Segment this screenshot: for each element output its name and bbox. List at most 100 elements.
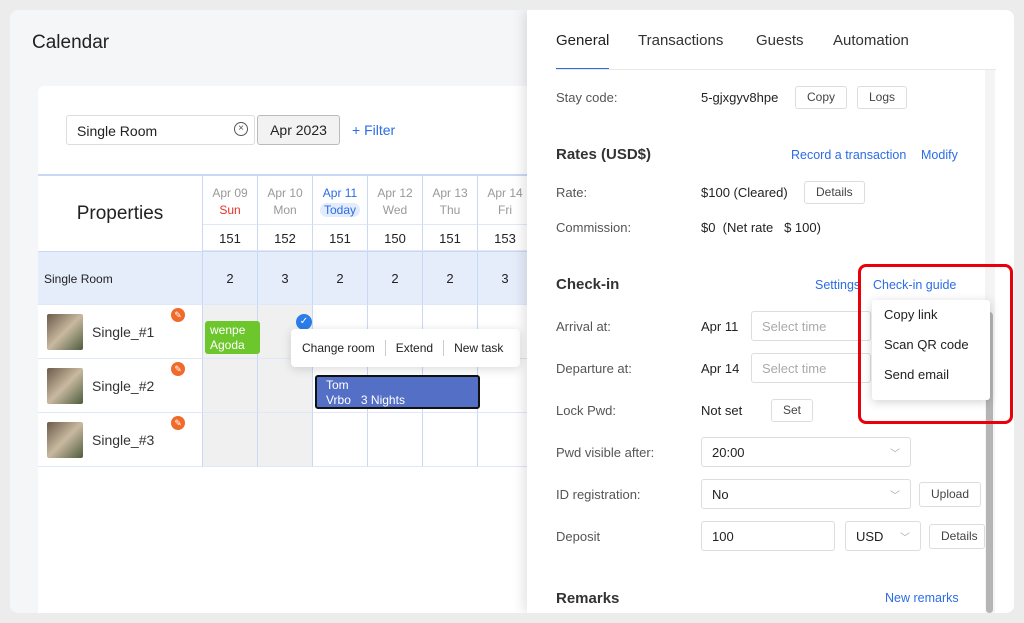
day-header: Apr 11 Today	[313, 176, 368, 224]
room-type-label: Single Room	[38, 251, 203, 305]
availability-cell[interactable]: 2	[313, 251, 368, 305]
day-of-week: Today	[319, 203, 361, 217]
set-lock-button[interactable]: Set	[771, 399, 814, 422]
remarks-heading: Remarks	[556, 590, 620, 607]
id-registration-label: ID registration:	[556, 487, 641, 502]
deposit-input[interactable]: 100	[701, 521, 835, 551]
extend-button[interactable]: Extend	[396, 341, 443, 355]
arrival-date: Apr 11	[701, 319, 739, 334]
page-title: Calendar	[32, 32, 110, 53]
rate-value: $100 (Cleared)	[701, 185, 788, 200]
calendar-cell[interactable]	[368, 413, 423, 467]
calendar-cell[interactable]	[478, 359, 533, 413]
check-icon: ✓	[296, 314, 312, 330]
availability-cell[interactable]: 2	[203, 251, 258, 305]
day-date: Apr 14	[487, 186, 523, 200]
id-registration-value: No	[712, 487, 729, 502]
modify-link[interactable]: Modify	[921, 148, 958, 162]
chevron-down-icon: ﹀	[890, 491, 900, 502]
day-of-week: Thu	[439, 203, 461, 217]
calendar-cell[interactable]	[203, 359, 258, 413]
room-thumbnail	[47, 368, 83, 404]
lock-pwd-label: Lock Pwd:	[556, 403, 616, 418]
day-of-week: Sun	[219, 203, 241, 217]
currency-select[interactable]: USD ﹀	[845, 521, 921, 551]
availability-cell[interactable]: 2	[368, 251, 423, 305]
checkin-heading: Check-in	[556, 276, 620, 293]
room-row[interactable]: Single_#1 ✎	[38, 305, 203, 359]
room-thumbnail	[47, 422, 83, 458]
chevron-down-icon: ﹀	[900, 533, 910, 544]
month-picker[interactable]: Apr 2023	[257, 115, 340, 145]
tab-guests[interactable]: Guests	[756, 32, 804, 49]
cleaning-icon: ✎	[171, 362, 185, 376]
add-filter-link[interactable]: + Filter	[352, 122, 395, 138]
calendar-cell[interactable]	[258, 359, 313, 413]
room-thumbnail	[47, 314, 83, 350]
day-count: 152	[258, 224, 313, 251]
calendar-grid: Properties Apr 09 Sun 151 2 Apr 10 Mon 152 3 Apr…	[38, 174, 538, 467]
booking-wenpe[interactable]: wenpe Agoda	[205, 321, 260, 354]
highlight-box	[858, 264, 1013, 424]
room-search-input[interactable]: Single Room ×	[66, 115, 255, 145]
chevron-down-icon: ﹀	[890, 449, 900, 460]
calendar-cell[interactable]	[478, 413, 533, 467]
calendar-cell[interactable]	[313, 413, 368, 467]
day-count: 151	[423, 224, 478, 251]
departure-date: Apr 14	[701, 361, 740, 376]
record-transaction-link[interactable]: Record a transaction	[791, 148, 906, 162]
calendar-cell[interactable]	[203, 413, 258, 467]
day-count: 151	[313, 224, 368, 251]
booking-popover: Change room Extend New task	[291, 329, 520, 367]
day-header: Apr 14 Fri	[478, 176, 533, 224]
day-date: Apr 09	[212, 186, 248, 200]
upload-button[interactable]: Upload	[919, 482, 982, 507]
pwd-visible-value: 20:00	[712, 445, 745, 460]
booking-guest: Tom	[326, 378, 349, 392]
day-date: Apr 13	[432, 186, 468, 200]
day-count: 151	[203, 224, 258, 251]
rate-details-button[interactable]: Details	[804, 181, 865, 204]
pwd-visible-select[interactable]: 20:00 ﹀	[701, 437, 911, 467]
calendar-cell[interactable]	[258, 413, 313, 467]
day-header: Apr 10 Mon	[258, 176, 313, 224]
room-row[interactable]: Single_#2 ✎	[38, 359, 203, 413]
day-header: Apr 12 Wed	[368, 176, 423, 224]
booking-tom[interactable]: Tom Vrbo 3 Nights	[315, 375, 480, 409]
room-row[interactable]: Single_#3 ✎	[38, 413, 203, 467]
search-value: Single Room	[77, 123, 158, 139]
tab-transactions[interactable]: Transactions	[638, 32, 723, 49]
app-window: Calendar Single Room × Apr 2023 + Filter …	[10, 10, 1014, 613]
booking-channel: Vrbo	[326, 393, 351, 407]
tab-general[interactable]: General	[556, 32, 609, 49]
availability-cell[interactable]: 2	[423, 251, 478, 305]
rates-heading: Rates (USD$)	[556, 146, 652, 163]
deposit-details-button[interactable]: Details	[929, 524, 985, 549]
booking-guest: wenpe	[210, 323, 246, 337]
new-task-button[interactable]: New task	[454, 341, 513, 355]
availability-cell[interactable]: 3	[478, 251, 533, 305]
day-count: 150	[368, 224, 423, 251]
availability-cell[interactable]: 3	[258, 251, 313, 305]
arrival-time-input[interactable]: Select time	[751, 311, 871, 341]
day-header: Apr 13 Thu	[423, 176, 478, 224]
commission-value: $0 (Net rate $ 100)	[701, 220, 821, 235]
settings-link[interactable]: Settings	[815, 278, 860, 292]
clear-icon[interactable]: ×	[234, 122, 248, 136]
logs-button[interactable]: Logs	[857, 86, 908, 109]
properties-header: Properties	[38, 176, 203, 251]
booking-nights: 3 Nights	[360, 393, 405, 407]
departure-label: Departure at:	[556, 361, 632, 376]
copy-button[interactable]: Copy	[795, 86, 848, 109]
day-date: Apr 10	[267, 186, 303, 200]
lock-pwd-value: Not set	[701, 403, 743, 418]
currency-value: USD	[856, 529, 884, 544]
stay-code-value: 5-gjxgyv8hpe	[701, 90, 779, 105]
new-remarks-link[interactable]: New remarks	[885, 591, 959, 605]
tab-automation[interactable]: Automation	[833, 32, 909, 49]
departure-time-input[interactable]: Select time	[751, 353, 871, 383]
id-registration-select[interactable]: No ﹀	[701, 479, 911, 509]
calendar-cell[interactable]	[423, 413, 478, 467]
stay-code-label: Stay code:	[556, 90, 618, 105]
change-room-button[interactable]: Change room	[302, 341, 385, 355]
